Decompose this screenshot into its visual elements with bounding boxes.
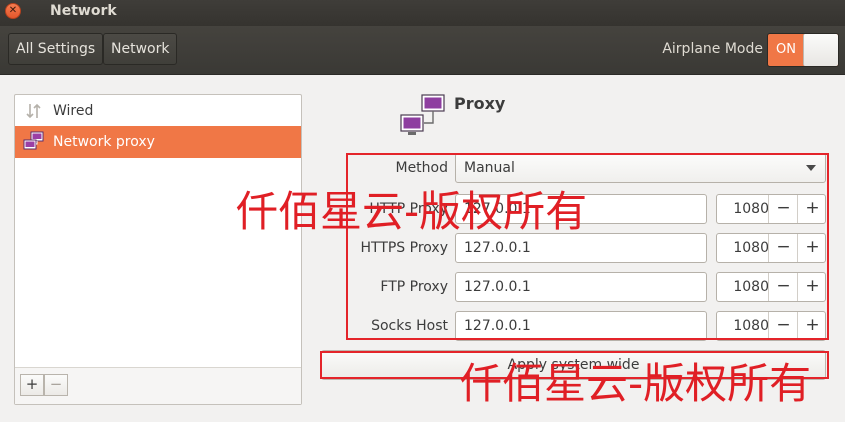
remove-connection-button[interactable]: −: [44, 374, 68, 396]
close-icon: ✕: [8, 5, 18, 16]
chevron-down-icon: [806, 165, 816, 171]
switch-state-label: ON: [776, 42, 796, 57]
window-title: Network: [50, 3, 117, 19]
sidebar-item-label: Wired: [53, 103, 94, 119]
header-bar: All Settings Network Airplane Mode: [0, 26, 845, 75]
port-decrement-button[interactable]: −: [768, 234, 798, 262]
connection-list: Wired Network proxy + −: [14, 94, 302, 405]
port-value[interactable]: 1080: [717, 273, 769, 301]
http-proxy-port-stepper: 1080 − +: [716, 194, 826, 224]
port-decrement-button[interactable]: −: [768, 312, 798, 340]
socks-host-field[interactable]: 127.0.0.1: [455, 311, 707, 341]
sidebar-item-wired[interactable]: Wired: [15, 95, 301, 127]
airplane-mode-label: Airplane Mode: [662, 41, 763, 57]
apply-system-wide-button[interactable]: Apply system wide: [321, 350, 826, 380]
socks-host-label: Socks Host: [371, 318, 448, 334]
switch-knob[interactable]: [803, 34, 838, 66]
close-window-button[interactable]: ✕: [5, 3, 21, 19]
ftp-proxy-host-field[interactable]: 127.0.0.1: [455, 272, 707, 302]
proxy-icon: [398, 93, 448, 141]
add-connection-button[interactable]: +: [20, 374, 44, 396]
title-bar: ✕ Network: [0, 0, 845, 26]
airplane-mode-switch[interactable]: ON: [767, 33, 839, 67]
method-dropdown[interactable]: Manual: [455, 153, 826, 183]
proxy-title: Proxy: [454, 94, 506, 113]
port-decrement-button[interactable]: −: [768, 273, 798, 301]
port-value[interactable]: 1080: [717, 234, 769, 262]
method-label: Method: [395, 160, 448, 176]
port-value[interactable]: 1080: [717, 195, 769, 223]
port-increment-button[interactable]: +: [797, 312, 827, 340]
https-proxy-label: HTTPS Proxy: [360, 240, 448, 256]
https-proxy-port-stepper: 1080 − +: [716, 233, 826, 263]
socks-port-stepper: 1080 − +: [716, 311, 826, 341]
ftp-proxy-port-stepper: 1080 − +: [716, 272, 826, 302]
sidebar-item-label: Network proxy: [53, 134, 155, 150]
port-increment-button[interactable]: +: [797, 273, 827, 301]
ftp-proxy-label: FTP Proxy: [380, 279, 448, 295]
port-increment-button[interactable]: +: [797, 195, 827, 223]
sidebar-item-network-proxy[interactable]: Network proxy: [15, 126, 301, 158]
network-breadcrumb-button[interactable]: Network: [103, 33, 178, 65]
http-proxy-host-field[interactable]: 127.0.0.1: [455, 194, 707, 224]
wired-icon: [23, 100, 45, 122]
port-decrement-button[interactable]: −: [768, 195, 798, 223]
port-value[interactable]: 1080: [717, 312, 769, 340]
network-proxy-icon: [23, 131, 45, 153]
list-toolbar: + −: [15, 367, 301, 404]
method-value: Manual: [464, 160, 515, 176]
port-increment-button[interactable]: +: [797, 234, 827, 262]
http-proxy-label: HTTP Proxy: [369, 201, 448, 217]
all-settings-button[interactable]: All Settings: [8, 33, 104, 65]
https-proxy-host-field[interactable]: 127.0.0.1: [455, 233, 707, 263]
